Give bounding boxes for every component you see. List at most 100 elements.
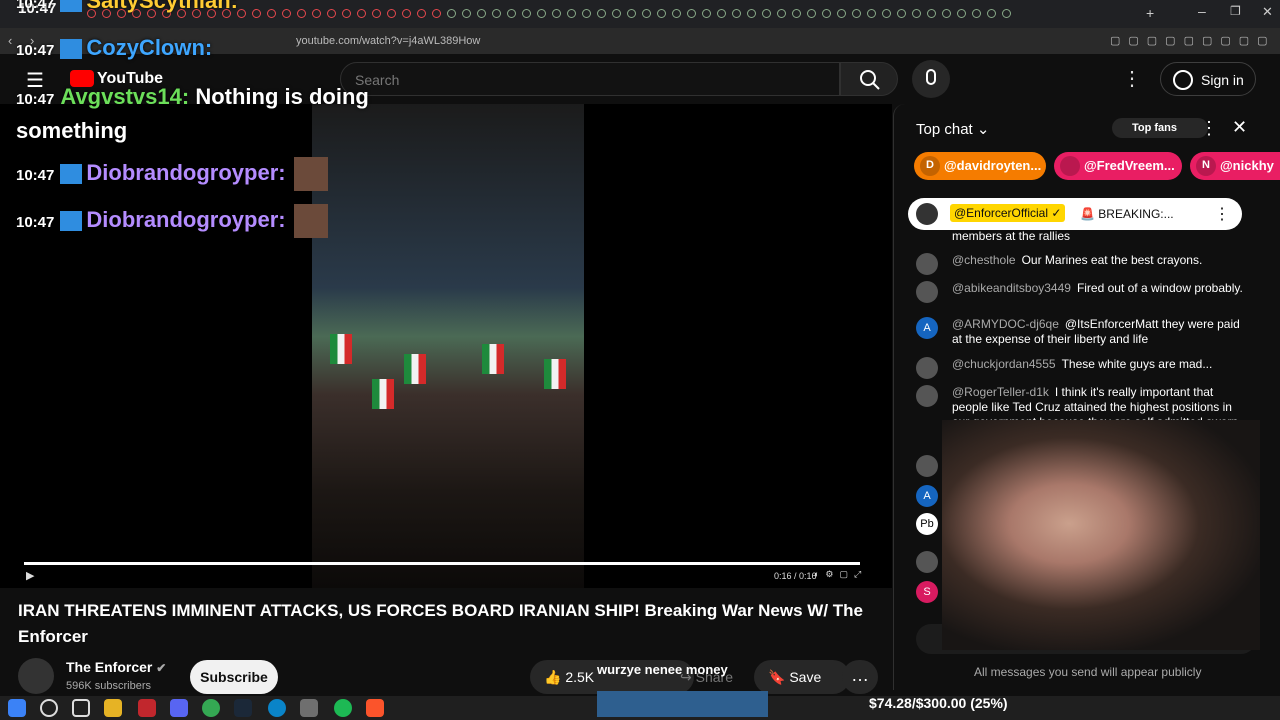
message-author[interactable]: @ARMYDOC-dj6qe	[952, 317, 1059, 331]
search-input[interactable]: Search	[340, 62, 840, 96]
message-text: Fired out of a window probably.	[1076, 281, 1243, 295]
extensions-icons[interactable]: ▢▢▢▢▢▢▢▢▢	[1110, 34, 1276, 47]
save-label: Save	[789, 669, 822, 685]
video-frame[interactable]	[312, 104, 584, 588]
video-progress-fill	[24, 562, 860, 565]
ticket-avatar: N	[1196, 156, 1216, 176]
pinned-text: 🚨 BREAKING:...	[1080, 207, 1174, 221]
voice-search-button[interactable]	[912, 60, 950, 98]
chat-avatar[interactable]	[916, 455, 938, 477]
close-window-icon[interactable]: ✕	[1262, 4, 1273, 20]
chat-avatar[interactable]: A	[916, 317, 938, 339]
maximize-icon[interactable]: ❐	[1230, 4, 1241, 18]
chat-avatar[interactable]	[916, 357, 938, 379]
start-icon[interactable]	[8, 699, 26, 717]
top-fans-button[interactable]: Top fans	[1112, 118, 1208, 138]
video-progress-bar[interactable]	[24, 562, 860, 565]
chat-avatar[interactable]	[916, 551, 938, 573]
ticket-name: @nickhy	[1220, 158, 1274, 173]
message-text: members at the rallies	[952, 229, 1071, 243]
chat-avatar[interactable]	[916, 253, 938, 275]
search-button[interactable]	[840, 62, 898, 96]
chat-avatar[interactable]: A	[916, 485, 938, 507]
channel-name-text: The Enforcer	[66, 659, 153, 675]
pinned-avatar	[916, 203, 938, 225]
super-chat-tickets: D @davidroyten... @FredVreem... N @nickhy	[914, 152, 1280, 180]
pinned-more-icon[interactable]: ⋮	[1214, 204, 1230, 224]
ticket-name: @FredVreem...	[1084, 158, 1175, 173]
message-author[interactable]: @abikeanditsboy3449	[952, 281, 1071, 295]
chat-avatar[interactable]	[916, 385, 938, 407]
mic-icon	[926, 69, 936, 85]
youtube-logo[interactable]: YouTube	[70, 70, 163, 88]
more-options-icon[interactable]: ⋮	[1122, 66, 1142, 91]
chat-avatar[interactable]: Pb	[916, 513, 938, 535]
tab-icons[interactable]	[84, 9, 1014, 18]
browser-tab-strip: 10:47 + – ❐ ✕	[0, 0, 1280, 28]
youtube-logo-text: YouTube	[97, 70, 164, 87]
chrome-icon[interactable]	[202, 699, 220, 717]
close-chat-icon[interactable]: ✕	[1232, 117, 1247, 138]
video-title: IRAN THREATENS IMMINENT ATTACKS, US FORC…	[18, 601, 864, 646]
forward-icon[interactable]: ›	[30, 33, 34, 48]
chat-notice: All messages you send will appear public…	[974, 665, 1202, 679]
ticket-avatar	[1060, 156, 1080, 176]
donation-scroller-text: wurzye nenee money	[597, 662, 728, 677]
channel-avatar[interactable]	[18, 658, 54, 694]
file-explorer-icon[interactable]	[104, 699, 122, 717]
message-text: These white guys are mad...	[1061, 357, 1213, 371]
more-actions-button[interactable]: …	[842, 660, 878, 694]
back-icon[interactable]: ‹	[8, 33, 12, 48]
task-view-icon[interactable]	[72, 699, 90, 717]
message-author[interactable]: @RogerTeller-d1k	[952, 385, 1049, 399]
chat-message: @chesthole Our Marines eat the best crayo…	[916, 253, 1246, 275]
player-controls: ▶ 0:16 / 0:16 ◐⚙▢⤢	[18, 567, 878, 587]
channel-row: The Enforcer ✔ 596K subscribers Subscrib…	[18, 656, 878, 696]
clock: 10:47	[18, 0, 57, 17]
app-icon[interactable]	[138, 699, 156, 717]
ticket-item[interactable]: @FredVreem...	[1054, 152, 1182, 180]
donation-goal-text: $74.28/$300.00 (25%)	[869, 695, 1008, 711]
thumbs-up-icon: 👍	[544, 669, 562, 685]
player-settings-icons[interactable]: ◐⚙▢⤢	[814, 569, 867, 580]
streamer-webcam	[942, 420, 1260, 650]
channel-name[interactable]: The Enforcer ✔	[66, 659, 166, 675]
url-text[interactable]: youtube.com/watch?v=j4aWL389How	[296, 35, 480, 47]
chat-avatar[interactable]	[916, 281, 938, 303]
pinned-message[interactable]: @EnforcerOfficial ✓ 🚨 BREAKING:... ⋮	[908, 198, 1242, 230]
app-icon[interactable]	[300, 699, 318, 717]
address-bar[interactable]: ‹ › youtube.com/watch?v=j4aWL389How ▢▢▢▢…	[0, 28, 1280, 54]
message-author[interactable]: @chesthole	[952, 253, 1016, 267]
chevron-down-icon: ⌄	[976, 121, 990, 138]
ticket-item[interactable]: N @nickhy	[1190, 152, 1280, 180]
chat-message: members at the rallies	[916, 229, 1246, 244]
chat-mode-label: Top chat	[916, 121, 973, 138]
search-taskbar-icon[interactable]	[40, 699, 58, 717]
chat-more-icon[interactable]: ⋮	[1200, 118, 1218, 139]
ticket-avatar: D	[920, 156, 940, 176]
menu-icon[interactable]: ☰	[26, 68, 44, 93]
donation-goal-fill	[597, 691, 768, 717]
like-count: 2.5K	[565, 669, 595, 685]
brave-icon[interactable]	[366, 699, 384, 717]
play-icon[interactable]: ▶	[26, 569, 34, 582]
subscribe-button[interactable]: Subscribe	[190, 660, 278, 694]
sign-in-label: Sign in	[1201, 72, 1244, 88]
bookmark-icon: 🔖	[768, 669, 786, 685]
donation-goal-bar: $74.28/$300.00 (25%)	[597, 691, 1280, 717]
verified-icon: ✔	[156, 661, 167, 675]
new-tab-icon[interactable]: +	[1146, 5, 1154, 21]
chat-avatar[interactable]: S	[916, 581, 938, 603]
edge-icon[interactable]	[268, 699, 286, 717]
ticket-item[interactable]: D @davidroyten...	[914, 152, 1046, 180]
message-author[interactable]: @chuckjordan4555	[952, 357, 1056, 371]
save-button[interactable]: 🔖 Save	[754, 660, 850, 694]
chat-mode-dropdown[interactable]: Top chat ⌄	[916, 120, 989, 138]
minimize-icon[interactable]: –	[1198, 3, 1206, 19]
sign-in-button[interactable]: Sign in	[1160, 62, 1256, 96]
steam-icon[interactable]	[234, 699, 252, 717]
spotify-icon[interactable]	[334, 699, 352, 717]
pinned-author: @EnforcerOfficial ✓	[950, 204, 1066, 222]
app-icon[interactable]	[170, 699, 188, 717]
youtube-header: ☰ YouTube Search ⋮ Sign in	[0, 54, 1280, 104]
